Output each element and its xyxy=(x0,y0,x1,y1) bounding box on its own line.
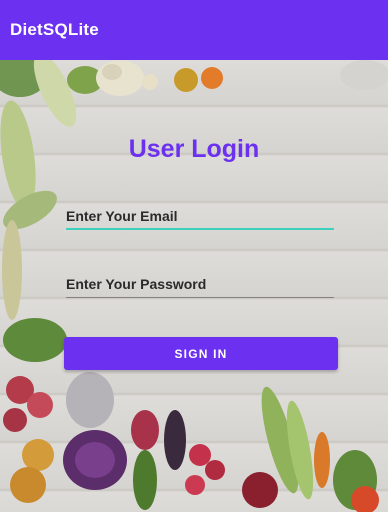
app-title: DietSQLite xyxy=(10,20,99,39)
password-field[interactable] xyxy=(66,276,336,292)
login-screen: DietSQLite User Login Enter Your Email S… xyxy=(0,0,388,512)
password-underline xyxy=(66,297,334,298)
email-field-container xyxy=(66,208,336,230)
password-field-container xyxy=(66,276,336,298)
sign-in-button[interactable]: SIGN IN xyxy=(64,337,338,370)
email-field[interactable] xyxy=(66,208,336,224)
page-title: User Login xyxy=(128,135,260,163)
email-underline xyxy=(66,228,334,230)
app-bar: DietSQLite xyxy=(0,0,388,60)
